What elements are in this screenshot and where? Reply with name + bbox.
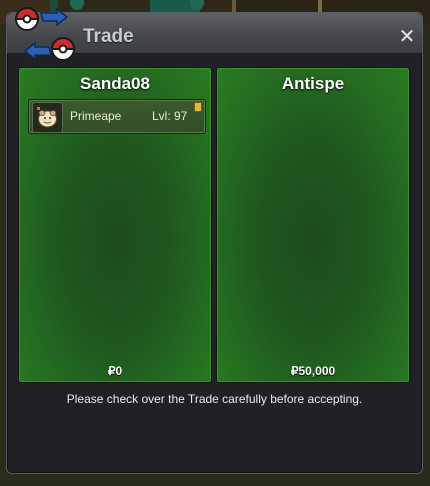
pokemon-name: Primeape bbox=[70, 109, 122, 123]
trade-icon bbox=[14, 7, 76, 61]
trade-notice: Please check over the Trade carefully be… bbox=[66, 392, 363, 406]
offered-money: ₽0 bbox=[107, 364, 123, 378]
partner-offer-panel: Antispe ₽50,000 bbox=[216, 67, 410, 383]
background-decor bbox=[190, 0, 204, 10]
held-item-icon bbox=[194, 102, 202, 112]
close-icon: ✕ bbox=[398, 24, 416, 48]
my-offer-panel: Sanda08 Primeape Lvl: 97 ₽0 bbox=[18, 67, 212, 383]
close-button[interactable]: ✕ bbox=[398, 24, 416, 48]
offered-pokemon-slot[interactable]: Primeape Lvl: 97 bbox=[28, 99, 206, 134]
offered-money: ₽50,000 bbox=[290, 364, 336, 378]
pokemon-level: Lvl: 97 bbox=[152, 109, 188, 123]
trade-window: Trade ✕ Sanda08 Primeape Lvl: 97 ₽0 Anti… bbox=[6, 7, 423, 474]
window-title: Trade bbox=[83, 26, 134, 47]
player-name: Sanda08 bbox=[80, 74, 150, 93]
primeape-sprite-icon bbox=[32, 102, 63, 133]
player-name: Antispe bbox=[281, 74, 345, 93]
